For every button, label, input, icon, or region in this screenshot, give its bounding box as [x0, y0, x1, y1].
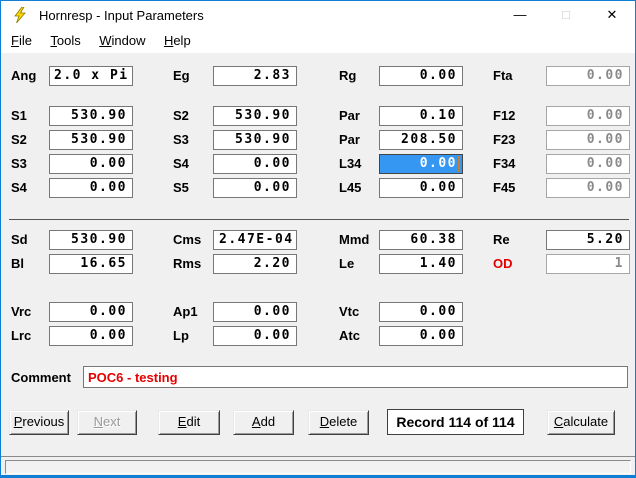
comment-label: Comment [11, 368, 71, 388]
field-lrc[interactable]: 0.00 [49, 326, 133, 346]
label-s5: S5 [173, 178, 189, 198]
field-s2[interactable]: 530.90 [49, 130, 133, 150]
section-divider [9, 219, 629, 220]
label-fta: Fta [493, 66, 513, 86]
label-f12: F12 [493, 106, 515, 126]
label-par12: Par [339, 106, 360, 126]
field-od: 1 [546, 254, 630, 274]
field-s4[interactable]: 0.00 [49, 178, 133, 198]
field-l34-value: 0.00 [420, 156, 457, 171]
label-s2b: S2 [173, 106, 189, 126]
label-rms: Rms [173, 254, 201, 274]
field-mmd[interactable]: 60.38 [379, 230, 463, 250]
label-s1: S1 [11, 106, 27, 126]
status-bar [1, 456, 635, 476]
field-le[interactable]: 1.40 [379, 254, 463, 274]
field-s4b[interactable]: 0.00 [213, 154, 297, 174]
field-atc[interactable]: 0.00 [379, 326, 463, 346]
window-controls: — □ ✕ [497, 1, 635, 29]
label-vtc: Vtc [339, 302, 359, 322]
record-indicator: Record 114 of 114 [387, 409, 524, 435]
label-l34: L34 [339, 154, 361, 174]
field-l34-selected[interactable]: 0.00 [379, 154, 463, 174]
label-f45: F45 [493, 178, 515, 198]
field-vtc[interactable]: 0.00 [379, 302, 463, 322]
label-le: Le [339, 254, 354, 274]
field-rg[interactable]: 0.00 [379, 66, 463, 86]
lightning-icon [12, 7, 28, 23]
label-lrc: Lrc [11, 326, 31, 346]
field-lp[interactable]: 0.00 [213, 326, 297, 346]
label-ap1: Ap1 [173, 302, 198, 322]
field-fta: 0.00 [546, 66, 630, 86]
label-s4: S4 [11, 178, 27, 198]
menu-bar: File Tools Window Help [1, 29, 635, 53]
title-bar: Hornresp - Input Parameters — □ ✕ [1, 1, 635, 29]
field-s5[interactable]: 0.00 [213, 178, 297, 198]
field-s1[interactable]: 530.90 [49, 106, 133, 126]
field-cms[interactable]: 2.47E-04 [213, 230, 297, 250]
field-ang[interactable]: 2.0 x Pi [49, 66, 133, 86]
field-s3b[interactable]: 530.90 [213, 130, 297, 150]
label-mmd: Mmd [339, 230, 369, 250]
menu-window[interactable]: Window [92, 29, 152, 53]
maximize-button: □ [543, 1, 589, 29]
status-panel [5, 460, 631, 474]
label-f23: F23 [493, 130, 515, 150]
field-s3[interactable]: 0.00 [49, 154, 133, 174]
window-title: Hornresp - Input Parameters [39, 8, 204, 23]
field-re[interactable]: 5.20 [546, 230, 630, 250]
field-l45[interactable]: 0.00 [379, 178, 463, 198]
label-atc: Atc [339, 326, 360, 346]
field-bl[interactable]: 16.65 [49, 254, 133, 274]
field-rms[interactable]: 2.20 [213, 254, 297, 274]
label-rg: Rg [339, 66, 356, 86]
text-caret [458, 156, 460, 172]
field-f12: 0.00 [546, 106, 630, 126]
calculate-button[interactable]: Calculate [547, 410, 615, 435]
label-sd: Sd [11, 230, 28, 250]
field-f45: 0.00 [546, 178, 630, 198]
label-lp: Lp [173, 326, 189, 346]
field-par23[interactable]: 208.50 [379, 130, 463, 150]
field-s2b[interactable]: 530.90 [213, 106, 297, 126]
label-s3b: S3 [173, 130, 189, 150]
menu-help[interactable]: Help [157, 29, 198, 53]
previous-button[interactable]: Previous [9, 410, 69, 435]
edit-button[interactable]: Edit [158, 410, 220, 435]
add-button[interactable]: Add [233, 410, 294, 435]
label-eg: Eg [173, 66, 190, 86]
label-par23: Par [339, 130, 360, 150]
label-vrc: Vrc [11, 302, 31, 322]
label-s2: S2 [11, 130, 27, 150]
delete-button[interactable]: Delete [308, 410, 369, 435]
comment-field[interactable]: POC6 - testing [83, 366, 628, 388]
next-button: Next [77, 410, 137, 435]
label-s3: S3 [11, 154, 27, 174]
label-f34: F34 [493, 154, 515, 174]
label-od: OD [493, 254, 513, 274]
label-cms: Cms [173, 230, 201, 250]
label-l45: L45 [339, 178, 361, 198]
label-ang: Ang [11, 66, 36, 86]
label-re: Re [493, 230, 510, 250]
field-f34: 0.00 [546, 154, 630, 174]
field-f23: 0.00 [546, 130, 630, 150]
minimize-button[interactable]: — [497, 1, 543, 29]
field-ap1[interactable]: 0.00 [213, 302, 297, 322]
field-eg[interactable]: 2.83 [213, 66, 297, 86]
label-s4b: S4 [173, 154, 189, 174]
label-bl: Bl [11, 254, 24, 274]
field-par12[interactable]: 0.10 [379, 106, 463, 126]
close-button[interactable]: ✕ [589, 1, 635, 29]
field-sd[interactable]: 530.90 [49, 230, 133, 250]
menu-tools[interactable]: Tools [43, 29, 87, 53]
field-vrc[interactable]: 0.00 [49, 302, 133, 322]
hornresp-window: Hornresp - Input Parameters — □ ✕ File T… [0, 0, 636, 478]
menu-file[interactable]: File [4, 29, 39, 53]
